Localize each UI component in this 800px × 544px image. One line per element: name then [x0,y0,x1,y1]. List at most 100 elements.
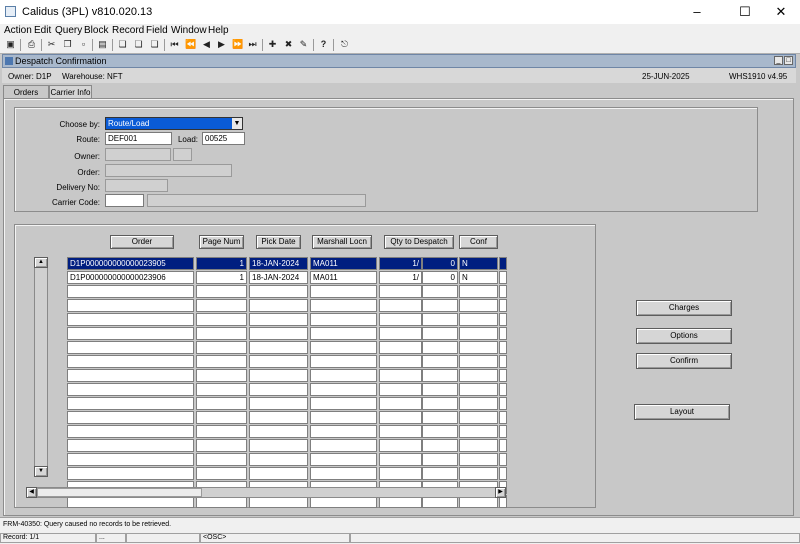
menu-window[interactable]: Window [171,25,207,36]
cell-order[interactable] [67,299,194,312]
cell-page-num[interactable] [196,355,247,368]
choose-by-select[interactable]: Route/Load ▼ [105,117,243,130]
cell-page-num[interactable] [196,285,247,298]
cell-qty[interactable] [379,285,422,298]
cell-extra[interactable] [499,411,507,424]
cell-pick-date[interactable] [249,383,308,396]
cell-qty-detail[interactable]: 0 [422,257,458,270]
cell-pick-date[interactable] [249,341,308,354]
cell-pick-date[interactable] [249,453,308,466]
cell-conf[interactable]: N [459,257,498,270]
maximize-icon[interactable]: ☐ [734,3,756,21]
cell-marshall-locn[interactable] [310,467,377,480]
cell-extra[interactable] [499,397,507,410]
cell-marshall-locn[interactable] [310,299,377,312]
cell-qty[interactable] [379,383,422,396]
cell-conf[interactable] [459,355,498,368]
confirm-button[interactable]: Confirm [636,353,732,369]
cell-conf[interactable] [459,453,498,466]
carrier-code-field[interactable] [105,194,144,207]
cell-page-num[interactable] [196,299,247,312]
cell-extra[interactable] [499,285,507,298]
delivery-no-field[interactable] [105,179,168,192]
exit-icon[interactable]: ⎋ [339,39,350,50]
cell-qty-detail[interactable] [422,285,458,298]
cell-page-num[interactable]: 1 [196,257,247,270]
cell-order[interactable] [67,453,194,466]
cell-marshall-locn[interactable] [310,439,377,452]
cell-conf[interactable] [459,397,498,410]
menu-query[interactable]: Query [55,25,82,36]
paste-icon[interactable]: ▫ [78,39,89,50]
cell-qty[interactable] [379,299,422,312]
cell-marshall-locn[interactable] [310,313,377,326]
cell-marshall-locn[interactable] [310,341,377,354]
cell-extra[interactable] [499,313,507,326]
load-field[interactable]: 00525 [202,132,245,145]
cell-conf[interactable]: N [459,271,498,284]
cell-order[interactable]: D1P000000000000023905 [67,257,194,270]
cell-qty[interactable]: 1/ [379,271,422,284]
cell-extra[interactable] [499,299,507,312]
copy-record-icon[interactable]: ❏ [117,39,128,50]
cell-marshall-locn[interactable] [310,355,377,368]
cell-marshall-locn[interactable] [310,411,377,424]
cell-qty[interactable] [379,411,422,424]
cell-marshall-locn[interactable] [310,397,377,410]
cell-page-num[interactable] [196,327,247,340]
cell-page-num[interactable] [196,453,247,466]
cell-qty[interactable] [379,327,422,340]
scroll-right-icon[interactable]: ▶ [495,487,506,498]
owner-name-field[interactable] [173,148,192,161]
cell-qty[interactable] [379,355,422,368]
cell-qty-detail[interactable] [422,411,458,424]
cell-qty[interactable] [379,425,422,438]
cell-conf[interactable] [459,341,498,354]
remove-record-icon[interactable]: ✖ [283,39,294,50]
cut-icon[interactable]: ✂ [46,39,57,50]
cell-extra[interactable] [499,369,507,382]
cell-qty-detail[interactable] [422,369,458,382]
cell-conf[interactable] [459,383,498,396]
cell-extra[interactable] [499,453,507,466]
cell-order[interactable] [67,313,194,326]
cell-page-num[interactable] [196,313,247,326]
cell-qty[interactable] [379,453,422,466]
cell-page-num[interactable] [196,341,247,354]
cell-conf[interactable] [459,313,498,326]
tab-orders[interactable]: Orders [3,85,49,98]
prev-block-icon[interactable]: ⏪ [185,39,196,50]
cell-conf[interactable] [459,299,498,312]
cell-marshall-locn[interactable] [310,453,377,466]
cell-pick-date[interactable] [249,285,308,298]
cell-extra[interactable] [499,439,507,452]
cell-qty-detail[interactable] [422,327,458,340]
cell-pick-date[interactable] [249,369,308,382]
cell-qty-detail[interactable] [422,439,458,452]
cell-conf[interactable] [459,425,498,438]
lock-record-icon[interactable]: ✎ [298,39,309,50]
cell-extra[interactable] [499,341,507,354]
menu-record[interactable]: Record [112,25,144,36]
cell-qty[interactable] [379,341,422,354]
cell-qty-detail[interactable] [422,383,458,396]
scroll-left-icon[interactable]: ◀ [26,487,37,498]
cell-page-num[interactable] [196,425,247,438]
cell-marshall-locn[interactable] [310,425,377,438]
cell-pick-date[interactable]: 18-JAN-2024 [249,271,308,284]
horizontal-scroll-thumb[interactable] [37,488,202,497]
first-record-icon[interactable]: ⏮ [169,39,180,50]
cell-extra[interactable] [499,327,507,340]
cell-extra[interactable] [499,383,507,396]
cell-pick-date[interactable] [249,313,308,326]
cell-order[interactable] [67,411,194,424]
duplicate-icon[interactable]: ❏ [133,39,144,50]
column-header-page-num[interactable]: Page Num [199,235,244,249]
cell-order[interactable] [67,397,194,410]
cell-extra[interactable] [499,257,507,270]
last-record-icon[interactable]: ⏭ [247,39,258,50]
cell-qty-detail[interactable] [422,467,458,480]
cell-extra[interactable] [499,425,507,438]
insert-record-icon[interactable]: ✚ [267,39,278,50]
cell-qty-detail[interactable] [422,313,458,326]
